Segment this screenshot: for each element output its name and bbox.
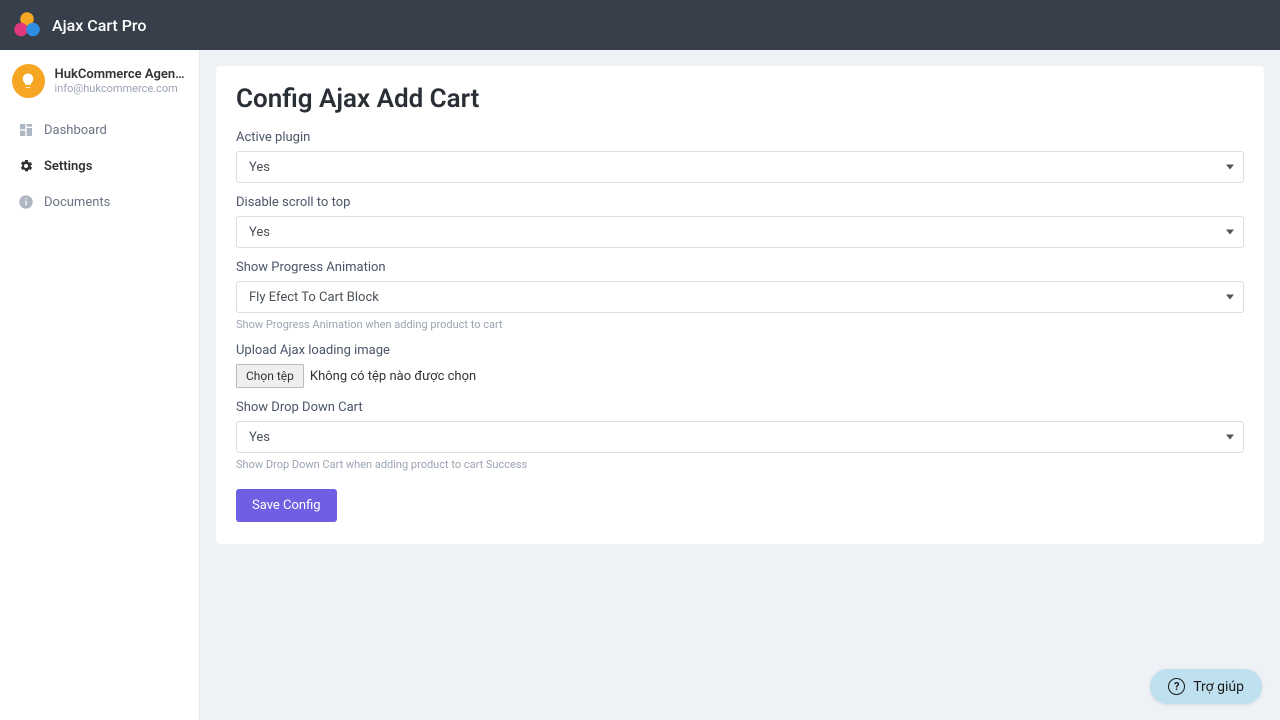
- help-progress-animation: Show Progress Animation when adding prod…: [236, 318, 1244, 331]
- sidebar-item-label: Settings: [44, 159, 92, 174]
- save-config-button[interactable]: Save Config: [236, 489, 337, 522]
- user-email: info@hukcommerce.com: [55, 82, 187, 95]
- main-content: Config Ajax Add Cart Active plugin Yes D…: [200, 50, 1280, 720]
- user-name: HukCommerce Agenc...: [55, 67, 187, 82]
- sidebar-item-dashboard[interactable]: Dashboard: [0, 112, 199, 148]
- help-label: Trợ giúp: [1193, 679, 1244, 695]
- label-disable-scroll: Disable scroll to top: [236, 195, 1244, 210]
- help-dropdown-cart: Show Drop Down Cart when adding product …: [236, 458, 1244, 471]
- user-block: HukCommerce Agenc... info@hukcommerce.co…: [0, 50, 199, 112]
- field-progress-animation: Show Progress Animation Fly Efect To Car…: [236, 260, 1244, 331]
- page-title: Config Ajax Add Cart: [236, 84, 1244, 114]
- sidebar-item-settings[interactable]: Settings: [0, 148, 199, 184]
- logo-icon: [12, 10, 42, 40]
- label-active-plugin: Active plugin: [236, 130, 1244, 145]
- question-icon: ?: [1168, 678, 1185, 695]
- dashboard-icon: [18, 122, 34, 138]
- field-upload-image: Upload Ajax loading image Chọn tệp Không…: [236, 343, 1244, 388]
- gear-icon: [18, 158, 34, 174]
- select-progress-animation[interactable]: Fly Efect To Cart Block: [236, 281, 1244, 313]
- info-icon: [18, 194, 34, 210]
- help-button[interactable]: ? Trợ giúp: [1150, 669, 1262, 704]
- label-progress-animation: Show Progress Animation: [236, 260, 1244, 275]
- topbar: Ajax Cart Pro: [0, 0, 1280, 50]
- config-panel: Config Ajax Add Cart Active plugin Yes D…: [216, 66, 1264, 544]
- bulb-icon: [19, 72, 37, 90]
- sidebar-item-documents[interactable]: Documents: [0, 184, 199, 220]
- sidebar-item-label: Documents: [44, 195, 110, 210]
- sidebar: HukCommerce Agenc... info@hukcommerce.co…: [0, 50, 200, 720]
- label-upload-image: Upload Ajax loading image: [236, 343, 1244, 358]
- select-active-plugin[interactable]: Yes: [236, 151, 1244, 183]
- avatar: [12, 64, 45, 98]
- field-dropdown-cart: Show Drop Down Cart Yes Show Drop Down C…: [236, 400, 1244, 471]
- select-dropdown-cart[interactable]: Yes: [236, 421, 1244, 453]
- app-title: Ajax Cart Pro: [52, 16, 146, 35]
- sidebar-item-label: Dashboard: [44, 123, 107, 138]
- field-disable-scroll: Disable scroll to top Yes: [236, 195, 1244, 248]
- select-disable-scroll[interactable]: Yes: [236, 216, 1244, 248]
- field-active-plugin: Active plugin Yes: [236, 130, 1244, 183]
- choose-file-button[interactable]: Chọn tệp: [236, 364, 304, 388]
- file-status-text: Không có tệp nào được chọn: [310, 369, 476, 384]
- logo: Ajax Cart Pro: [12, 10, 146, 40]
- label-dropdown-cart: Show Drop Down Cart: [236, 400, 1244, 415]
